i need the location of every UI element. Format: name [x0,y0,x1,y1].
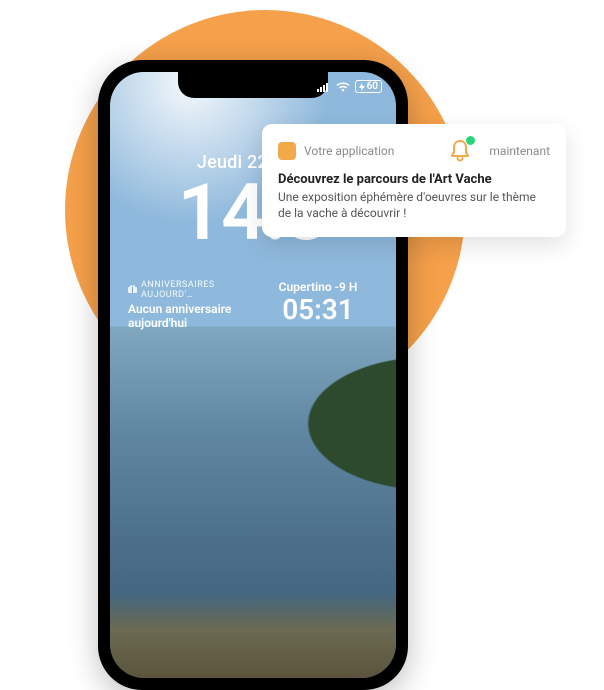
gift-icon [128,284,137,296]
status-bar: 60 [317,80,382,93]
notification-app-name: Votre application [304,144,394,158]
notification-app-icon [278,142,296,160]
notification-body: Une exposition éphémère d'oeuvres sur le… [278,189,550,221]
world-clock-time: 05:31 [258,296,378,324]
signal-icon [317,82,331,92]
notification-timestamp: maintenant [489,144,550,158]
push-notification[interactable]: Votre application maintenant Découvrez l… [262,124,566,237]
world-clock-city: Cupertino -9 H [258,280,378,294]
bell-badge-dot [466,136,475,145]
battery-bolt-icon [359,83,365,91]
wifi-icon [336,82,350,92]
notification-title: Découvrez le parcours de l'Art Vache [278,172,550,187]
birthdays-header: ANNIVERSAIRES AUJOURD'… [141,280,248,300]
lockscreen-widgets: ANNIVERSAIRES AUJOURD'… Aucun anniversai… [128,280,378,331]
bell-icon [447,138,473,164]
phone-notch [178,72,328,98]
world-clock-widget[interactable]: Cupertino -9 H 05:31 [258,280,378,331]
birthdays-body: Aucun anniversaire aujourd'hui [128,302,248,331]
battery-indicator: 60 [355,80,382,93]
notification-header: Votre application maintenant [278,138,550,164]
birthdays-widget[interactable]: ANNIVERSAIRES AUJOURD'… Aucun anniversai… [128,280,248,331]
battery-percentage: 60 [367,81,378,92]
